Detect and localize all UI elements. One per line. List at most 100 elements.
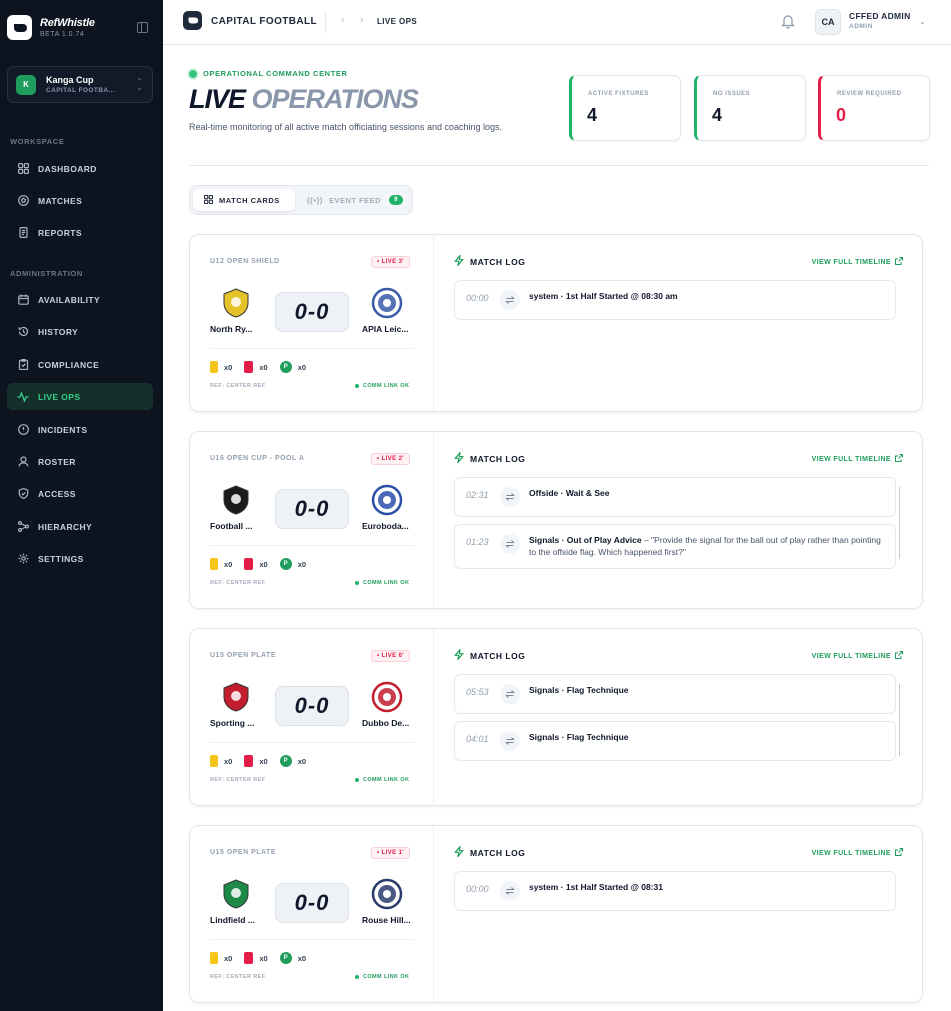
tab-match-cards[interactable]: MATCH CARDS <box>193 189 295 211</box>
match-card[interactable]: U12 OPEN SHIELD • LIVE 3' 0-0 North Ry..… <box>189 234 923 412</box>
sidebar-item-availability[interactable]: AVAILABILITY <box>7 286 153 313</box>
sidebar-item-label: COMPLIANCE <box>38 359 100 370</box>
user-name: CFFED ADMIN <box>849 11 911 21</box>
sidebar-item-live-ops[interactable]: LIVE OPS <box>7 383 153 410</box>
sidebar-item-label: MATCHES <box>38 195 83 206</box>
log-text: Signals · Flag Technique <box>529 685 629 695</box>
match-log-panel: MATCH LOG VIEW FULL TIMELINE 00:00 syste… <box>434 235 922 411</box>
user-menu[interactable]: CFFED ADMIN ADMIN <box>849 11 911 30</box>
match-card[interactable]: U15 OPEN PLATE • LIVE 6' 0-0 Sporting ..… <box>189 628 923 806</box>
match-log-list[interactable]: 00:00 system · 1st Half Started @ 08:30 … <box>454 280 896 390</box>
log-entry[interactable]: 02:31 Offside · Wait & See <box>454 477 896 517</box>
log-time: 05:53 <box>466 687 489 697</box>
user-icon <box>17 456 29 468</box>
match-summary: U16 OPEN CUP - POOL A • LIVE 2' 0-0 Foot… <box>190 432 434 608</box>
calendar-icon <box>17 294 29 306</box>
match-card[interactable]: U15 OPEN PLATE • LIVE 1' 0-0 Lindfield .… <box>189 825 923 1003</box>
grid-icon <box>17 163 29 175</box>
link-label: VIEW FULL TIMELINE <box>811 652 891 660</box>
external-link-icon <box>895 848 903 858</box>
log-entry[interactable]: 04:01 Signals · Flag Technique <box>454 721 896 761</box>
log-entry[interactable]: 01:23 Signals · Out of Play Advice – "Pr… <box>454 524 896 569</box>
match-log-list[interactable]: 05:53 Signals · Flag Technique 04:01 Sig… <box>454 674 896 784</box>
sidebar-item-matches[interactable]: MATCHES <box>7 187 153 214</box>
back-arrow-icon[interactable]: ‹ <box>341 14 345 26</box>
red-count: x0 <box>259 756 268 766</box>
app-version: BETA 1.0.74 <box>40 31 85 38</box>
log-time: 02:31 <box>466 490 489 500</box>
comm-status: COMM LINK OK <box>355 580 409 586</box>
soccer-ball-icon <box>17 195 29 207</box>
lightning-icon <box>454 647 464 662</box>
sidebar-item-settings[interactable]: SETTINGS <box>7 545 153 572</box>
comm-status-label: COMM LINK OK <box>363 974 410 980</box>
stat-no-issues: NO ISSUES 4 <box>694 75 806 141</box>
scrollbar[interactable] <box>899 684 900 756</box>
match-card[interactable]: U16 OPEN CUP - POOL A • LIVE 2' 0-0 Foot… <box>189 431 923 609</box>
penalty-icon: P <box>279 952 292 964</box>
match-log-list[interactable]: 02:31 Offside · Wait & See 01:23 Signals… <box>454 477 896 587</box>
penalty-count: x0 <box>297 559 307 569</box>
view-full-timeline-link[interactable]: VIEW FULL TIMELINE <box>812 651 903 661</box>
card-counts: x0 x0 Px0 <box>210 361 306 373</box>
nav-section-workspace: WORKSPACE <box>10 137 65 146</box>
sidebar-item-hierarchy[interactable]: HIERARCHY <box>7 513 153 540</box>
scrollbar[interactable] <box>899 487 900 559</box>
match-summary: U15 OPEN PLATE • LIVE 6' 0-0 Sporting ..… <box>190 629 434 805</box>
view-full-timeline-link[interactable]: VIEW FULL TIMELINE <box>812 454 903 464</box>
yellow-card-icon <box>210 361 218 373</box>
sidebar-item-history[interactable]: HISTORY <box>7 318 153 345</box>
tab-label: EVENT FEED <box>328 195 382 205</box>
bell-icon[interactable] <box>781 13 795 29</box>
score: 0-0 <box>275 883 349 923</box>
tab-event-feed[interactable]: ((•)) EVENT FEED 9 <box>303 189 407 211</box>
card-counts: x0 x0 Px0 <box>210 558 306 570</box>
nav-section-administration: ADMINISTRATION <box>10 269 83 278</box>
penalty-icon: P <box>279 755 292 767</box>
forward-arrow-icon[interactable]: › <box>360 14 364 26</box>
view-full-timeline-link[interactable]: VIEW FULL TIMELINE <box>812 848 903 858</box>
log-entry[interactable]: 00:00 system · 1st Half Started @ 08:31 <box>454 871 896 911</box>
status-dot-icon <box>355 384 359 388</box>
sidebar-item-label: LIVE OPS <box>38 391 81 402</box>
log-text: Offside · Wait & See <box>529 488 610 498</box>
match-summary: U15 OPEN PLATE • LIVE 1' 0-0 Lindfield .… <box>190 826 434 1002</box>
org-name: Kanga Cup <box>46 75 94 85</box>
sidebar-item-dashboard[interactable]: DASHBOARD <box>7 155 153 182</box>
penalty-icon: P <box>279 558 292 570</box>
stat-value: 4 <box>712 105 723 125</box>
log-text: Signals · Out of Play Advice <box>529 535 642 545</box>
sidebar-item-roster[interactable]: ROSTER <box>7 448 153 475</box>
avatar[interactable]: CA <box>815 9 841 35</box>
sidebar-item-compliance[interactable]: COMPLIANCE <box>7 351 153 378</box>
divider <box>210 939 414 940</box>
log-entry[interactable]: 05:53 Signals · Flag Technique <box>454 674 896 714</box>
brand[interactable]: RefWhistle BETA 1.0.74 <box>7 15 95 40</box>
sidebar-item-label: HISTORY <box>38 326 79 337</box>
score: 0-0 <box>275 292 349 332</box>
report-icon <box>17 227 29 239</box>
red-count: x0 <box>259 559 268 569</box>
view-full-timeline-link[interactable]: VIEW FULL TIMELINE <box>812 257 903 267</box>
stat-active-fixtures: ACTIVE FIXTURES 4 <box>569 75 681 141</box>
live-badge: • LIVE 6' <box>371 650 411 662</box>
sidebar-collapse-icon[interactable] <box>137 22 148 33</box>
divider <box>210 545 414 546</box>
chevron-down-icon[interactable]: ⌄ <box>919 17 926 26</box>
match-log-heading: MATCH LOG <box>454 450 525 465</box>
broadcast-icon: ((•)) <box>307 195 323 205</box>
chevron-updown-icon: ⌃ ⌄ <box>136 77 143 92</box>
sidebar-item-access[interactable]: ACCESS <box>7 480 153 507</box>
away-crest-icon <box>371 484 403 516</box>
page-title-primary: LIVE <box>189 84 246 114</box>
log-entry[interactable]: 00:00 system · 1st Half Started @ 08:30 … <box>454 280 896 320</box>
divider <box>189 165 929 166</box>
sidebar-item-reports[interactable]: REPORTS <box>7 219 153 246</box>
org-switcher[interactable]: K Kanga Cup CAPITAL FOOTBA... ⌃ ⌄ <box>7 66 153 103</box>
match-log-list[interactable]: 00:00 system · 1st Half Started @ 08:31 <box>454 871 896 981</box>
live-badge: • LIVE 3' <box>371 256 411 268</box>
sidebar-item-label: AVAILABILITY <box>38 294 101 305</box>
activity-icon <box>17 391 29 403</box>
competition-label: U15 OPEN PLATE <box>210 652 276 659</box>
sidebar-item-incidents[interactable]: INCIDENTS <box>7 416 153 443</box>
